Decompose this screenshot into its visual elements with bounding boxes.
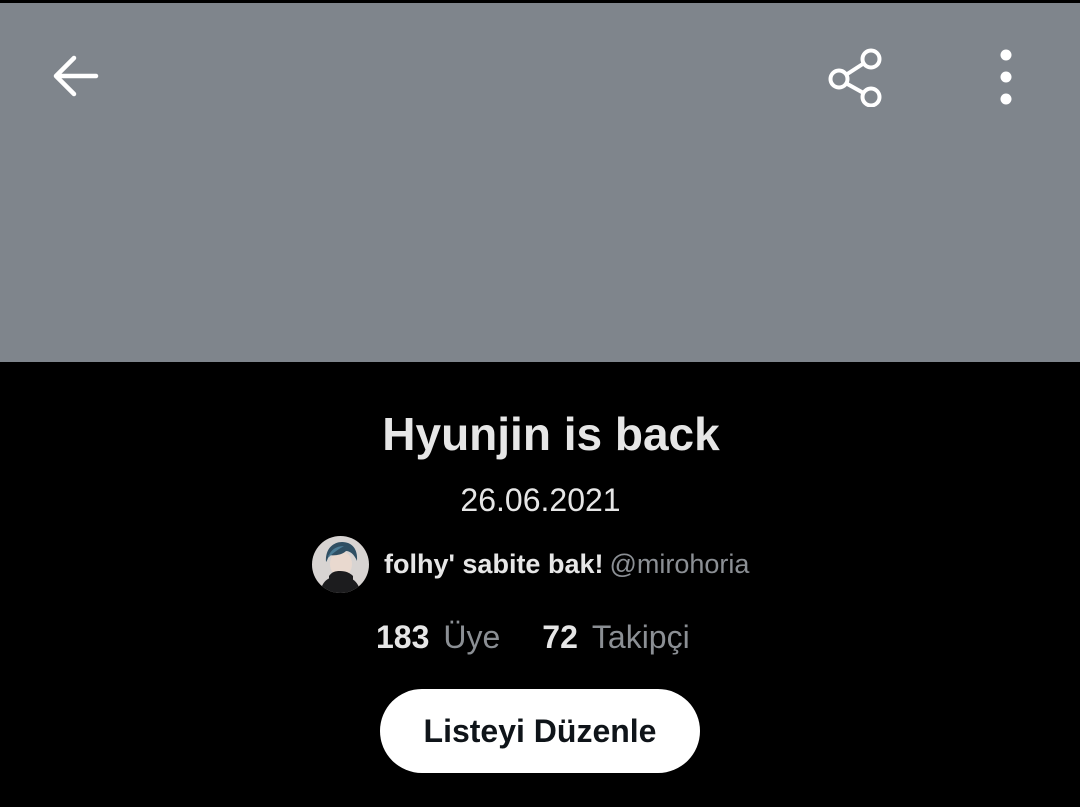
list-owner[interactable]: folhy' sabite bak! @mirohoria (312, 535, 749, 593)
owner-handle[interactable]: @mirohoria (609, 549, 749, 580)
list-description: 26.06.2021 (460, 482, 621, 518)
owner-display-name[interactable]: folhy' sabite bak! (384, 549, 603, 580)
back-button[interactable] (40, 46, 110, 106)
edit-list-button[interactable]: Listeyi Düzenle (380, 689, 700, 773)
list-title: Hyunjin is back (382, 408, 720, 460)
share-icon (828, 48, 882, 107)
owner-avatar-image (312, 535, 369, 593)
followers-count: 72 (542, 618, 578, 655)
avatar[interactable] (312, 535, 369, 593)
more-vertical-icon (1000, 49, 1012, 105)
members-count: 183 (376, 618, 430, 655)
followers-stat[interactable]: 72 Takipçi (542, 619, 689, 656)
members-label: Üye (443, 618, 501, 655)
members-stat[interactable]: 183 Üye (376, 619, 500, 656)
list-banner (0, 3, 1080, 362)
share-button[interactable] (820, 44, 890, 110)
more-options-button[interactable] (978, 44, 1034, 110)
list-stats: 183 Üye 72 Takipçi (376, 616, 690, 658)
followers-label: Takipçi (591, 618, 690, 655)
arrow-left-icon (53, 55, 99, 97)
